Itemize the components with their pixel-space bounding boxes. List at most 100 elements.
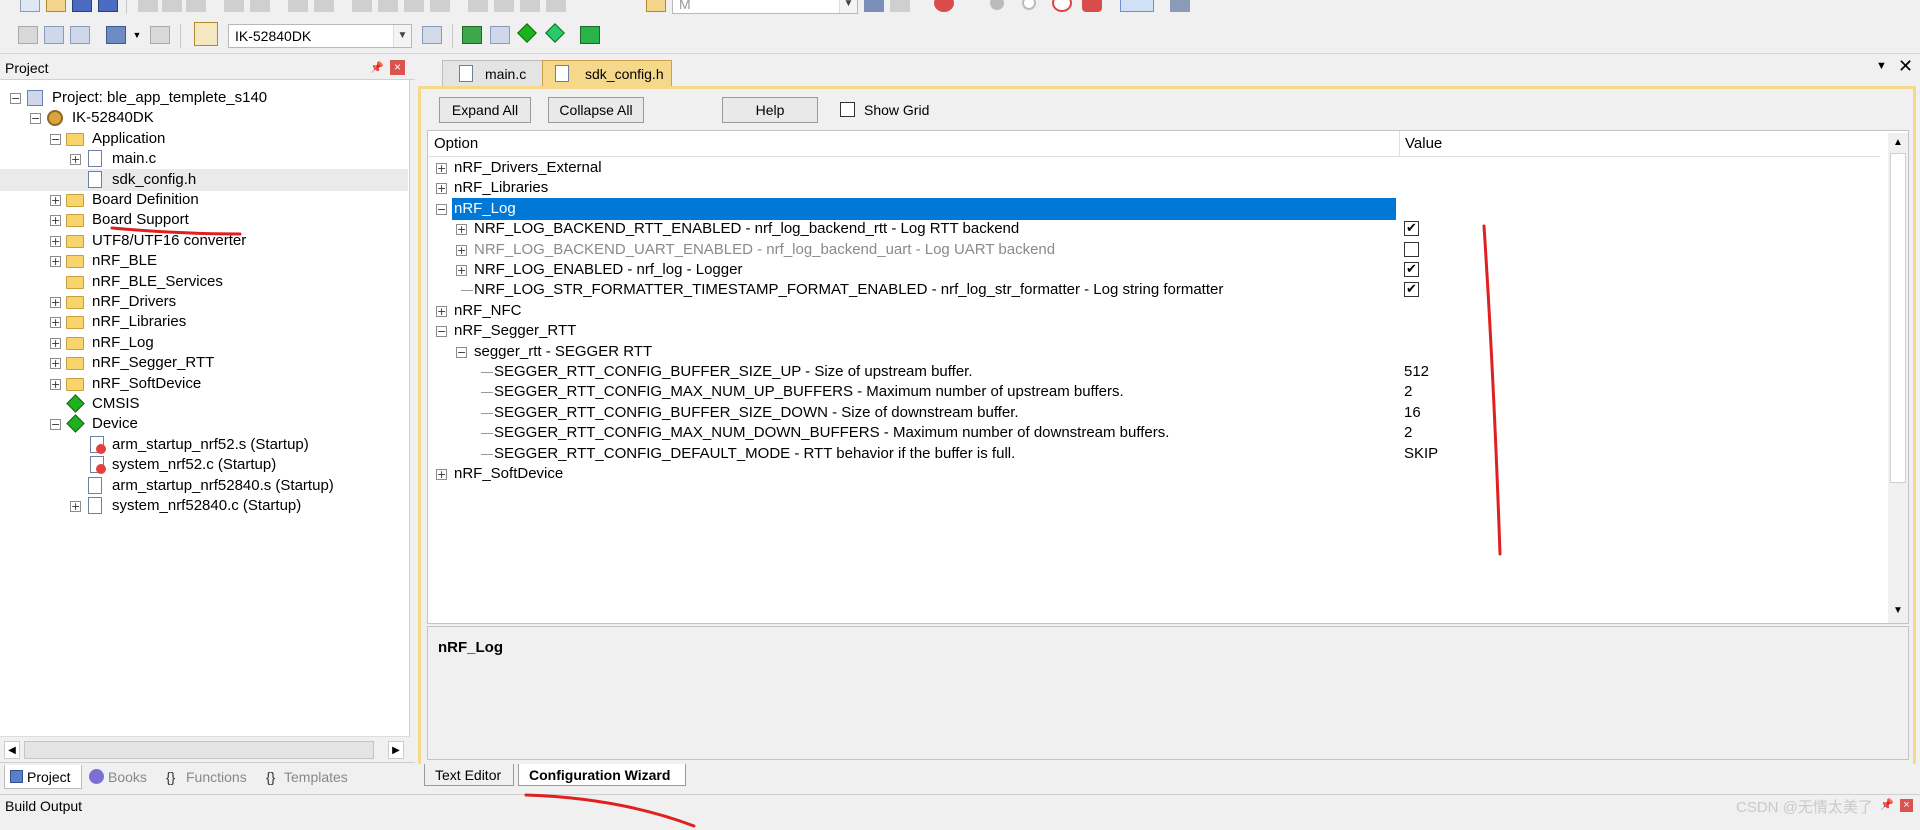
tree-item[interactable]: + UTF8/UTF16 converter [0, 230, 408, 252]
build-icon[interactable] [44, 26, 64, 44]
scroll-up-icon[interactable]: ▲ [1890, 135, 1906, 151]
tree-item[interactable]: + nRF_Segger_RTT [0, 352, 408, 374]
tree-expand-icon[interactable]: + [50, 337, 61, 349]
tab-templates[interactable]: {} Templates [262, 765, 360, 789]
target-select[interactable]: IK-52840DK ▼ [228, 24, 412, 48]
tab-functions[interactable]: {} Functions [164, 765, 258, 789]
scroll-right-icon[interactable]: ▶ [388, 741, 404, 759]
tree-item[interactable]: sdk_config.h [0, 168, 408, 191]
redo-icon[interactable] [250, 0, 270, 12]
manage-project-icon[interactable] [462, 26, 482, 44]
option-value[interactable]: 2 [1404, 381, 1412, 403]
option-checkbox[interactable]: ✔ [1404, 262, 1419, 277]
close-editor-icon[interactable]: ✕ [1898, 56, 1913, 77]
option-collapse-icon[interactable]: − [456, 346, 467, 358]
tab-books[interactable]: Books [86, 765, 164, 789]
next-bookmark-icon[interactable] [404, 0, 424, 12]
option-checkbox[interactable] [1404, 241, 1419, 257]
option-row[interactable]: − nRF_Log [428, 197, 1880, 220]
window-layout-icon[interactable] [1120, 0, 1154, 12]
option-row[interactable]: SEGGER_RTT_CONFIG_MAX_NUM_UP_BUFFERS - M… [428, 381, 1880, 403]
translate-icon[interactable] [18, 26, 38, 44]
tree-item[interactable]: + nRF_Libraries [0, 311, 408, 333]
breakpoint-icon[interactable] [990, 0, 1004, 10]
options-vertical-scrollbar[interactable]: ▲ ▼ [1888, 133, 1908, 623]
scroll-thumb[interactable] [24, 741, 374, 759]
comment-icon[interactable] [520, 0, 540, 12]
expand-all-button[interactable]: Expand All [439, 97, 531, 123]
tree-item[interactable]: + nRF_SoftDevice [0, 373, 408, 395]
help-button[interactable]: Help [722, 97, 818, 123]
tab-main-c[interactable]: main.c [442, 60, 554, 86]
tree-item[interactable]: nRF_BLE_Services [0, 271, 408, 293]
cut-icon[interactable] [138, 0, 158, 12]
option-row[interactable]: NRF_LOG_STR_FORMATTER_TIMESTAMP_FORMAT_E… [428, 279, 1880, 301]
option-row[interactable]: + nRF_Drivers_External [428, 157, 1880, 179]
tab-sdk-config-h[interactable]: sdk_config.h [542, 60, 672, 86]
option-row[interactable]: + NRF_LOG_BACKEND_UART_ENABLED - nrf_log_… [428, 239, 1880, 261]
tree-item[interactable]: arm_startup_nrf52840.s (Startup) [0, 475, 408, 497]
option-row[interactable]: + nRF_Libraries [428, 177, 1880, 199]
tree-item[interactable]: − IK-52840DK [0, 107, 408, 129]
paste-icon[interactable] [186, 0, 206, 12]
project-horizontal-scrollbar[interactable]: ◀ ▶ [0, 736, 410, 762]
select-packs-icon[interactable] [545, 23, 565, 43]
tree-expand-icon[interactable]: + [50, 235, 61, 247]
rebuild-icon[interactable] [70, 26, 90, 44]
tree-expand-icon[interactable]: + [50, 256, 61, 268]
option-expand-icon[interactable]: + [456, 244, 467, 256]
tree-expand-icon[interactable]: + [50, 195, 61, 206]
chevron-down-icon[interactable]: ▼ [132, 26, 142, 44]
option-collapse-icon[interactable]: − [436, 203, 447, 215]
tree-item[interactable]: + system_nrf52840.c (Startup) [0, 495, 408, 517]
download-icon[interactable] [194, 22, 218, 46]
tree-item[interactable]: − Project: ble_app_templete_s140 [0, 87, 408, 109]
batch-build-icon[interactable] [106, 26, 126, 44]
tree-item[interactable]: + main.c [0, 148, 408, 170]
option-value[interactable]: 2 [1404, 422, 1412, 444]
breakpoint-disable-icon[interactable] [1022, 0, 1036, 10]
option-checkbox[interactable]: ✔ [1404, 221, 1419, 237]
prev-bookmark-icon[interactable] [378, 0, 398, 12]
unindent-icon[interactable] [494, 0, 514, 12]
nav-back-icon[interactable] [288, 0, 308, 12]
option-row[interactable]: SEGGER_RTT_CONFIG_DEFAULT_MODE - RTT beh… [428, 443, 1880, 465]
scroll-left-icon[interactable]: ◀ [4, 741, 20, 759]
pin-icon[interactable]: 📌 [1880, 799, 1894, 812]
tree-expand-icon[interactable]: + [50, 378, 61, 390]
option-expand-icon[interactable]: + [456, 224, 467, 236]
option-row[interactable]: + nRF_NFC [428, 300, 1880, 322]
tree-item[interactable]: + Board Definition [0, 189, 408, 211]
print-icon[interactable] [864, 0, 884, 12]
find-icon[interactable] [890, 0, 910, 12]
option-value[interactable]: 16 [1404, 402, 1421, 424]
option-collapse-icon[interactable]: − [436, 326, 447, 338]
tree-collapse-icon[interactable]: − [50, 419, 61, 431]
option-expand-icon[interactable]: + [436, 305, 447, 317]
option-row[interactable]: SEGGER_RTT_CONFIG_BUFFER_SIZE_UP - Size … [428, 361, 1880, 383]
bookmark-icon[interactable] [352, 0, 372, 12]
new-file-icon[interactable] [20, 0, 40, 12]
tree-item[interactable]: + Board Support [0, 209, 408, 231]
tree-item[interactable]: − Application [0, 128, 408, 150]
option-expand-icon[interactable]: + [456, 265, 467, 276]
option-row[interactable]: SEGGER_RTT_CONFIG_MAX_NUM_DOWN_BUFFERS -… [428, 422, 1880, 444]
pack-installer-icon[interactable] [580, 26, 600, 44]
tab-text-editor[interactable]: Text Editor [424, 764, 514, 786]
save-all-icon[interactable] [98, 0, 118, 12]
chevron-down-icon[interactable]: ▼ [839, 0, 857, 13]
undo-icon[interactable] [224, 0, 244, 12]
tree-item[interactable]: + nRF_BLE [0, 250, 408, 272]
breakpoint-kill-icon[interactable] [1052, 0, 1072, 12]
tree-item[interactable]: − Device [0, 413, 408, 435]
save-icon[interactable] [72, 0, 92, 12]
option-expand-icon[interactable]: + [436, 163, 447, 174]
tree-expand-icon[interactable]: + [50, 297, 61, 308]
show-grid-checkbox[interactable] [840, 102, 855, 117]
scroll-down-icon[interactable]: ▼ [1890, 603, 1906, 619]
pin-icon[interactable]: 📌 [370, 56, 384, 80]
indent-icon[interactable] [468, 0, 488, 12]
tree-item[interactable]: + nRF_Drivers [0, 291, 408, 313]
uncomment-icon[interactable] [546, 0, 566, 12]
tree-expand-icon[interactable]: + [70, 501, 81, 512]
